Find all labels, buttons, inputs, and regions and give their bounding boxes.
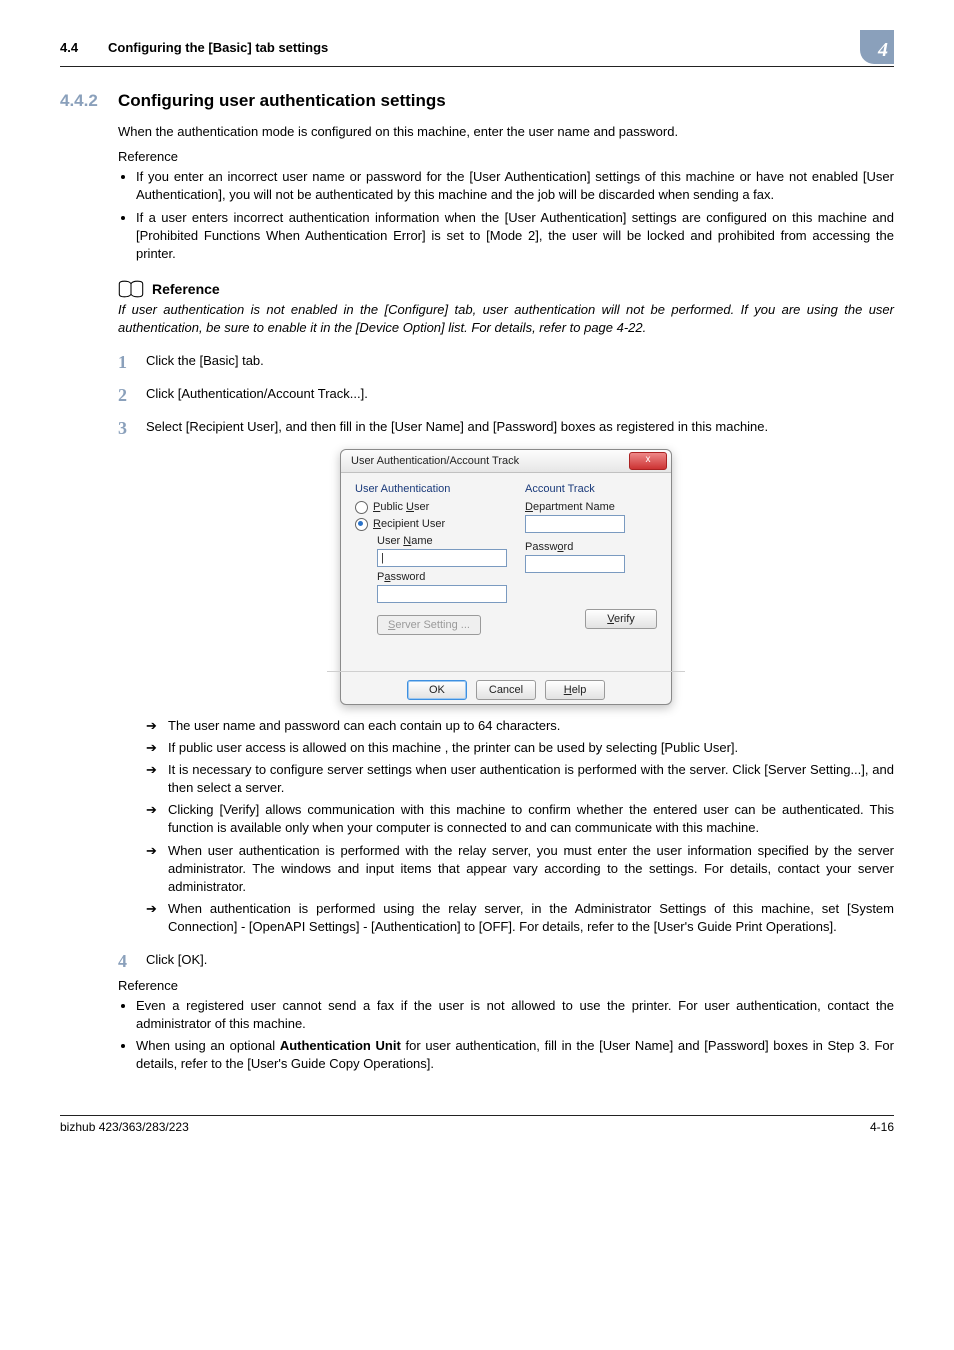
recipient-user-radio[interactable]: Recipient User [355, 518, 507, 531]
note-item: Clicking [Verify] allows communication w… [146, 801, 894, 837]
username-label: User Name [377, 535, 507, 547]
notes-list: The user name and password can each cont… [146, 717, 894, 937]
header-section-title: Configuring the [Basic] tab settings [108, 40, 860, 55]
step-text: Click the [Basic] tab. [146, 352, 894, 371]
footer-pagenum: 4-16 [870, 1120, 894, 1134]
department-name-field[interactable] [525, 515, 625, 533]
dialog-titlebar[interactable]: User Authentication/Account Track x [341, 450, 671, 473]
step-number: 1 [118, 352, 146, 371]
account-track-heading: Account Track [525, 483, 657, 495]
reference-callout-title: Reference [152, 281, 220, 297]
note-item: If public user access is allowed on this… [146, 739, 894, 757]
radio-icon [355, 501, 368, 514]
reference-callout-body: If user authentication is not enabled in… [118, 301, 894, 337]
step-number: 4 [118, 951, 146, 970]
department-name-label: Department Name [525, 501, 657, 513]
server-setting-button[interactable]: Server Setting ... [377, 615, 481, 635]
step-number: 3 [118, 418, 146, 437]
step-2: 2 Click [Authentication/Account Track...… [118, 385, 894, 404]
verify-button[interactable]: Verify [585, 609, 657, 629]
note-item: When authentication is performed using t… [146, 900, 894, 936]
reference-item: If a user enters incorrect authenticatio… [136, 209, 894, 264]
note-item: The user name and password can each cont… [146, 717, 894, 735]
reference-item: If you enter an incorrect user name or p… [136, 168, 894, 204]
intro-paragraph: When the authentication mode is configur… [118, 123, 894, 141]
password-field[interactable] [377, 585, 507, 603]
section-number: 4.4.2 [60, 91, 118, 111]
note-item: It is necessary to configure server sett… [146, 761, 894, 797]
auth-dialog: User Authentication/Account Track x User… [340, 449, 672, 705]
radio-icon [355, 518, 368, 531]
page-footer: bizhub 423/363/283/223 4-16 [60, 1115, 894, 1134]
step-3: 3 Select [Recipient User], and then fill… [118, 418, 894, 437]
reference-callout: Reference If user authentication is not … [118, 279, 894, 337]
note-item: When user authentication is performed wi… [146, 842, 894, 897]
chapter-badge: 4 [860, 30, 894, 64]
reference-label-1: Reference [118, 149, 894, 164]
footer-model: bizhub 423/363/283/223 [60, 1120, 189, 1134]
help-button[interactable]: Help [545, 680, 605, 700]
dialog-separator [327, 671, 685, 672]
reference-label-2: Reference [118, 978, 894, 993]
step-text: Click [Authentication/Account Track...]. [146, 385, 894, 404]
running-header: 4.4 Configuring the [Basic] tab settings… [60, 30, 894, 67]
step-text: Click [OK]. [146, 951, 894, 970]
public-user-label: Public User [373, 501, 429, 513]
user-auth-heading: User Authentication [355, 483, 507, 495]
username-field[interactable]: | [377, 549, 507, 567]
header-section-number: 4.4 [60, 40, 108, 55]
section-heading: 4.4.2 Configuring user authentication se… [60, 91, 894, 111]
step-4: 4 Click [OK]. [118, 951, 894, 970]
account-password-label: Password [525, 541, 657, 553]
reference-item: Even a registered user cannot send a fax… [136, 997, 894, 1033]
step-1: 1 Click the [Basic] tab. [118, 352, 894, 371]
public-user-radio[interactable]: Public User [355, 501, 507, 514]
ok-button[interactable]: OK [407, 680, 467, 700]
dialog-title: User Authentication/Account Track [351, 455, 629, 467]
reference-list-2: Even a registered user cannot send a fax… [118, 997, 894, 1074]
password-label: Password [377, 571, 507, 583]
recipient-user-label: Recipient User [373, 518, 445, 530]
close-icon[interactable]: x [629, 452, 667, 470]
book-icon [118, 279, 144, 299]
reference-item: When using an optional Authentication Un… [136, 1037, 894, 1073]
step-text: Select [Recipient User], and then fill i… [146, 418, 894, 437]
account-password-field[interactable] [525, 555, 625, 573]
cancel-button[interactable]: Cancel [476, 680, 536, 700]
reference-list-1: If you enter an incorrect user name or p… [118, 168, 894, 263]
step-number: 2 [118, 385, 146, 404]
section-title: Configuring user authentication settings [118, 91, 446, 111]
